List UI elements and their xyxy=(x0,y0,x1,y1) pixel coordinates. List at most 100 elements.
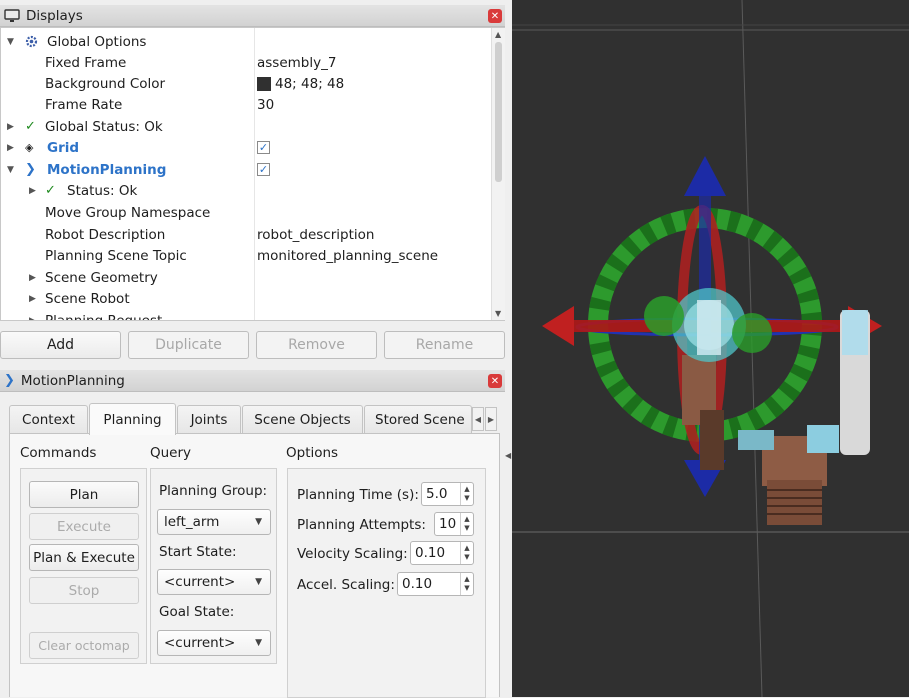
motion-planning-enabled-checkbox[interactable]: ✓ xyxy=(257,163,270,176)
expand-down-icon[interactable]: ▼ xyxy=(7,37,14,47)
frame-rate-value[interactable]: 30 xyxy=(257,97,274,113)
scene-render[interactable] xyxy=(512,0,909,697)
tree-row-motion-planning[interactable]: ▼ ❯ MotionPlanning ✓ xyxy=(1,159,493,180)
execute-button[interactable]: Execute xyxy=(29,513,139,540)
velocity-scaling-value: 0.10 xyxy=(415,545,446,561)
check-icon[interactable]: ✓ xyxy=(257,141,270,154)
gear-icon xyxy=(25,35,38,48)
fixed-frame-value[interactable]: assembly_7 xyxy=(257,55,336,71)
render-viewport[interactable] xyxy=(512,0,909,697)
expand-right-icon[interactable]: ▶ xyxy=(29,316,36,321)
tab-scroll-left-icon[interactable]: ◀ xyxy=(472,407,484,431)
velocity-scaling-spinbox[interactable]: 0.10 ▲ ▼ xyxy=(410,541,474,565)
expand-right-icon[interactable]: ▶ xyxy=(29,294,36,304)
spin-arrows-icon[interactable]: ▲ ▼ xyxy=(460,573,473,595)
tree-row-scene-geometry[interactable]: ▶ Scene Geometry xyxy=(1,267,493,288)
scroll-down-icon[interactable]: ▼ xyxy=(495,309,501,318)
tab-context[interactable]: Context xyxy=(9,405,88,434)
tree-scrollbar[interactable]: ▲ ▼ xyxy=(491,28,505,320)
close-icon[interactable]: ✕ xyxy=(488,374,502,388)
tree-row-global-status[interactable]: ▶ ✓ Global Status: Ok xyxy=(1,116,493,137)
background-color-value[interactable]: 48; 48; 48 xyxy=(257,76,344,92)
tree-label: Move Group Namespace xyxy=(45,204,211,221)
robot-description-value[interactable]: robot_description xyxy=(257,227,374,243)
grid-enabled-checkbox[interactable]: ✓ xyxy=(257,141,270,154)
robot-link-dark xyxy=(700,410,724,470)
tree-row-scene-robot[interactable]: ▶ Scene Robot xyxy=(1,288,493,309)
check-icon[interactable]: ✓ xyxy=(257,163,270,176)
tab-joints[interactable]: Joints xyxy=(177,405,241,434)
tree-row-planning-request[interactable]: ▶ Planning Request xyxy=(1,310,493,321)
motion-planning-icon: ❯ xyxy=(25,162,36,177)
options-group-label: Options xyxy=(286,445,339,461)
tree-row-fixed-frame[interactable]: Fixed Frame assembly_7 xyxy=(1,52,493,73)
tree-row-status[interactable]: ▶ ✓ Status: Ok xyxy=(1,180,493,201)
clear-octomap-button[interactable]: Clear octomap xyxy=(29,632,139,659)
planning-group-label: Planning Group: xyxy=(159,483,268,499)
tree-label: Planning Request xyxy=(45,312,163,321)
expand-right-icon[interactable]: ▶ xyxy=(29,186,36,196)
x-arrow-left[interactable] xyxy=(542,306,574,346)
rename-button[interactable]: Rename xyxy=(384,331,505,359)
spin-arrows-icon[interactable]: ▲ ▼ xyxy=(460,542,473,564)
spin-arrows-icon[interactable]: ▲ ▼ xyxy=(460,483,473,505)
expand-right-icon[interactable]: ▶ xyxy=(29,273,36,283)
query-group-label: Query xyxy=(150,445,192,461)
planning-attempts-spinbox[interactable]: 10 ▲ ▼ xyxy=(434,512,474,536)
color-swatch xyxy=(257,76,271,91)
tab-stored-scenes[interactable]: Stored Scene xyxy=(364,405,472,434)
monitor-icon xyxy=(4,8,20,22)
tree-row-global-options[interactable]: ▼ Global Options xyxy=(1,31,493,52)
tab-scroll-right-icon[interactable]: ▶ xyxy=(485,407,497,431)
start-state-label: Start State: xyxy=(159,544,237,560)
displays-tree[interactable]: ▼ Global Options Fixed Frame assembly_7 … xyxy=(0,27,506,321)
scrollbar-thumb[interactable] xyxy=(495,42,502,182)
planning-scene-topic-value[interactable]: monitored_planning_scene xyxy=(257,248,438,264)
checkmark-icon: ✓ xyxy=(25,119,36,134)
planning-group-select[interactable]: left_arm ▼ xyxy=(157,509,271,535)
tree-label: Status: Ok xyxy=(67,182,138,199)
planning-time-spinbox[interactable]: 5.0 ▲ ▼ xyxy=(421,482,474,506)
start-state-select[interactable]: <current> ▼ xyxy=(157,569,271,595)
accel-scaling-spinbox[interactable]: 0.10 ▲ ▼ xyxy=(397,572,474,596)
robot-connector-cyan xyxy=(738,430,774,450)
remove-button[interactable]: Remove xyxy=(256,331,377,359)
tree-label: MotionPlanning xyxy=(47,161,167,178)
z-arrow-up[interactable] xyxy=(684,156,726,196)
accel-scaling-label: Accel. Scaling: xyxy=(297,577,395,593)
motion-tabs: Context Planning Joints Scene Objects St… xyxy=(9,403,499,435)
background-color-text: 48; 48; 48 xyxy=(275,75,345,92)
spin-arrows-icon[interactable]: ▲ ▼ xyxy=(460,513,473,535)
tree-row-background-color[interactable]: Background Color 48; 48; 48 xyxy=(1,73,493,94)
expand-down-icon[interactable]: ▼ xyxy=(7,165,14,175)
duplicate-button[interactable]: Duplicate xyxy=(128,331,249,359)
chevron-down-icon: ▼ xyxy=(255,517,262,527)
stop-button[interactable]: Stop xyxy=(29,577,139,604)
close-icon[interactable]: ✕ xyxy=(488,9,502,23)
tree-row-frame-rate[interactable]: Frame Rate 30 xyxy=(1,94,493,115)
tree-label: Frame Rate xyxy=(45,96,123,113)
plan-and-execute-button[interactable]: Plan & Execute xyxy=(29,544,139,571)
goal-state-select[interactable]: <current> ▼ xyxy=(157,630,271,656)
tree-label: Global Options xyxy=(47,33,147,50)
motion-planning-title-bar: ❯ MotionPlanning ✕ xyxy=(0,370,505,392)
collapse-left-icon[interactable]: ◀ xyxy=(505,451,511,460)
tree-row-planning-scene-topic[interactable]: Planning Scene Topic monitored_planning_… xyxy=(1,245,493,266)
tree-row-grid[interactable]: ▶ ◈ Grid ✓ xyxy=(1,137,493,158)
plan-button[interactable]: Plan xyxy=(29,481,139,508)
tree-row-move-group-namespace[interactable]: Move Group Namespace xyxy=(1,202,493,223)
velocity-scaling-label: Velocity Scaling: xyxy=(297,546,408,562)
tab-planning[interactable]: Planning xyxy=(89,403,176,435)
tree-row-robot-description[interactable]: Robot Description robot_description xyxy=(1,224,493,245)
displays-title: Displays xyxy=(26,7,83,24)
tab-scene-objects[interactable]: Scene Objects xyxy=(242,405,363,434)
chevron-down-icon: ▼ xyxy=(255,577,262,587)
expand-right-icon[interactable]: ▶ xyxy=(7,143,14,153)
add-button[interactable]: Add xyxy=(0,331,121,359)
expand-right-icon[interactable]: ▶ xyxy=(7,122,14,132)
tree-label: Robot Description xyxy=(45,226,166,243)
dock-splitter[interactable]: ◀ xyxy=(505,0,512,697)
motion-planning-icon: ❯ xyxy=(4,373,15,388)
joint-sphere-right xyxy=(732,313,772,353)
scroll-up-icon[interactable]: ▲ xyxy=(495,30,501,39)
